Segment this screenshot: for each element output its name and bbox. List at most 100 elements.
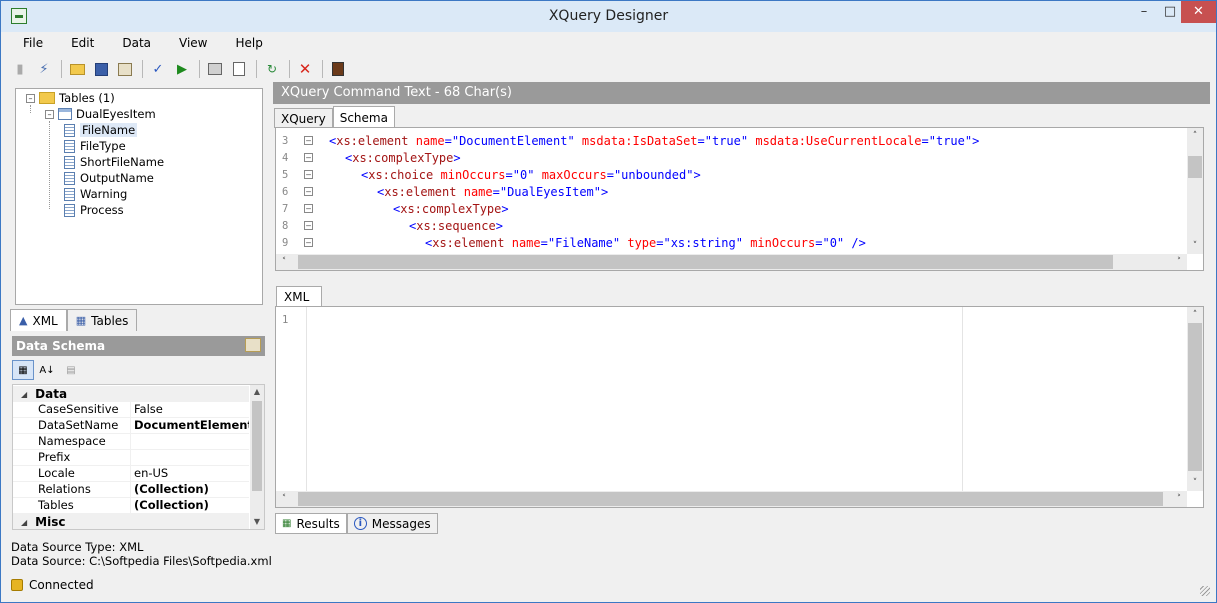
xml-horizontal-scrollbar[interactable]: ˂ ˃: [276, 491, 1187, 507]
properties-icon[interactable]: [114, 58, 136, 80]
property-row[interactable]: Locale en-US: [13, 466, 249, 482]
collapse-triangle-icon[interactable]: ◢: [21, 518, 27, 527]
fold-icon[interactable]: –: [304, 153, 313, 162]
fold-icon[interactable]: –: [304, 170, 313, 179]
property-value[interactable]: [131, 450, 249, 465]
property-row[interactable]: Prefix: [13, 450, 249, 466]
menu-data[interactable]: Data: [108, 34, 165, 54]
minimize-button[interactable]: –: [1131, 1, 1157, 23]
tree-node-column[interactable]: ShortFileName: [64, 154, 164, 170]
tree-node-column[interactable]: OutputName: [64, 170, 154, 186]
property-row[interactable]: Tables (Collection): [13, 498, 249, 514]
data-source-type: Data Source Type: XML: [11, 540, 144, 554]
tab-xml[interactable]: ▲ XML: [10, 309, 67, 331]
tree-node-table[interactable]: – DualEyesItem: [45, 106, 156, 122]
tab-xquery[interactable]: XQuery: [274, 108, 333, 128]
menu-edit[interactable]: Edit: [57, 34, 108, 54]
category-label: Data: [35, 387, 68, 401]
scroll-right-icon[interactable]: ˃: [1171, 254, 1187, 270]
property-scrollbar[interactable]: ▲ ▼: [250, 385, 264, 529]
scroll-down-icon[interactable]: ˅: [1187, 238, 1203, 254]
category-misc[interactable]: ◢ Misc: [13, 514, 249, 529]
connection-icon: [11, 579, 23, 591]
scroll-down-icon[interactable]: ▼: [250, 515, 264, 529]
property-pages-icon[interactable]: ▤: [60, 360, 82, 380]
schema-editor[interactable]: 3– < xs:element name = "DocumentElement" msd…: [275, 127, 1204, 271]
editor-horizontal-scrollbar[interactable]: ˂ ˃: [276, 254, 1187, 270]
print-preview-icon[interactable]: [228, 58, 250, 80]
tree-node-root[interactable]: – Tables (1): [26, 90, 115, 106]
tree-node-column[interactable]: FileName: [64, 122, 138, 138]
scroll-right-icon[interactable]: ˃: [1171, 491, 1187, 507]
code-token: msdata:UseCurrentLocale: [755, 133, 922, 148]
scroll-up-icon[interactable]: ˄: [1187, 307, 1203, 323]
resize-grip-icon[interactable]: [1200, 586, 1210, 596]
category-data[interactable]: ◢ Data: [13, 386, 249, 402]
tab-xml-editor[interactable]: XML: [276, 286, 323, 306]
collapse-triangle-icon[interactable]: ◢: [21, 390, 27, 399]
tab-messages[interactable]: i Messages: [346, 513, 438, 534]
run-icon[interactable]: ▶: [171, 58, 193, 80]
close-button[interactable]: ✕: [1181, 1, 1216, 23]
scroll-thumb[interactable]: [298, 255, 1113, 269]
properties-icon[interactable]: [245, 338, 261, 352]
categorized-icon[interactable]: ▦: [12, 360, 34, 380]
property-value[interactable]: False: [131, 402, 249, 417]
tab-schema[interactable]: Schema: [332, 106, 395, 128]
collapse-icon[interactable]: –: [26, 93, 35, 103]
scroll-thumb[interactable]: [298, 492, 1163, 506]
fold-icon[interactable]: –: [304, 136, 313, 145]
property-value[interactable]: [131, 434, 249, 449]
scroll-thumb[interactable]: [1188, 156, 1202, 178]
refresh-icon[interactable]: ↻: [261, 58, 283, 80]
menu-file[interactable]: File: [9, 34, 57, 54]
property-value[interactable]: en-US: [131, 466, 249, 481]
sort-alphabetical-icon[interactable]: A↓: [36, 360, 58, 380]
scroll-thumb[interactable]: [1188, 323, 1202, 471]
tab-results[interactable]: ▦ Results: [275, 513, 347, 534]
save-icon[interactable]: [90, 58, 112, 80]
scroll-down-icon[interactable]: ˅: [1187, 475, 1203, 491]
menu-view[interactable]: View: [165, 34, 221, 54]
export-icon[interactable]: [327, 58, 349, 80]
scroll-thumb[interactable]: [252, 401, 262, 491]
xml-editor[interactable]: 1 ˄ ˅ ˂ ˃: [275, 306, 1204, 508]
code-token: "DocumentElement": [451, 133, 575, 148]
editor-vertical-scrollbar[interactable]: ˄ ˅: [1187, 128, 1203, 254]
maximize-button[interactable]: □: [1157, 1, 1183, 23]
tree-node-column[interactable]: Process: [64, 202, 124, 218]
validate-icon[interactable]: ✓: [147, 58, 169, 80]
collapse-icon[interactable]: –: [45, 109, 54, 119]
fold-icon[interactable]: –: [304, 238, 313, 247]
property-row[interactable]: CaseSensitive False: [13, 402, 249, 418]
property-row[interactable]: Relations (Collection): [13, 482, 249, 498]
property-value[interactable]: DocumentElement: [131, 418, 249, 433]
tree-node-column[interactable]: Warning: [64, 186, 127, 202]
xml-vertical-scrollbar[interactable]: ˄ ˅: [1187, 307, 1203, 491]
scroll-up-icon[interactable]: ▲: [250, 385, 264, 399]
scroll-up-icon[interactable]: ˄: [1187, 128, 1203, 144]
scroll-left-icon[interactable]: ˂: [276, 491, 292, 507]
property-grid: ◢ Data CaseSensitive False DataSetName D…: [12, 384, 265, 530]
scroll-left-icon[interactable]: ˂: [276, 254, 292, 270]
code-token: =: [815, 235, 823, 250]
property-value[interactable]: (Collection): [131, 482, 249, 497]
toolbar: ▮ ⚡ ✓ ▶ ↻ ✕: [9, 57, 351, 81]
fold-icon[interactable]: –: [304, 204, 313, 213]
property-value[interactable]: (Collection): [131, 498, 249, 513]
code-token: msdata:IsDataSet: [581, 133, 698, 148]
property-row[interactable]: Namespace: [13, 434, 249, 450]
tree-node-column[interactable]: FileType: [64, 138, 126, 154]
tab-tables[interactable]: ▦ Tables: [66, 309, 138, 331]
code-token: =: [444, 133, 452, 148]
menu-help[interactable]: Help: [221, 34, 276, 54]
disconnect-icon[interactable]: ⚡: [33, 58, 55, 80]
open-icon[interactable]: [66, 58, 88, 80]
fold-icon[interactable]: –: [304, 221, 313, 230]
fold-icon[interactable]: –: [304, 187, 313, 196]
delete-icon[interactable]: ✕: [294, 58, 316, 80]
property-row[interactable]: DataSetName DocumentElement: [13, 418, 249, 434]
connect-icon[interactable]: ▮: [9, 58, 31, 80]
print-icon[interactable]: [204, 58, 226, 80]
